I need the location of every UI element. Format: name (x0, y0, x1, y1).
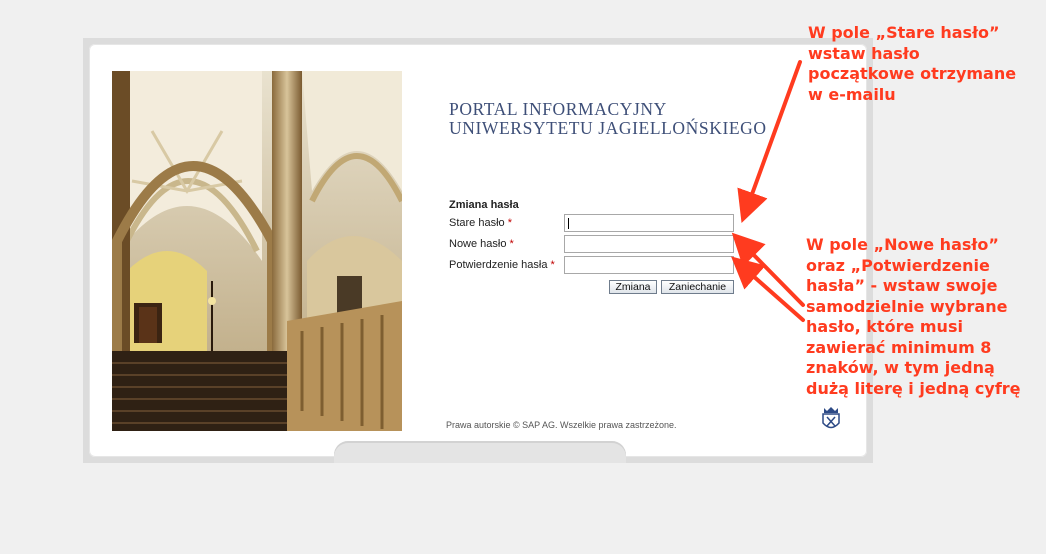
arrow-to-old-password (737, 60, 802, 224)
annotation-arrows (731, 60, 805, 322)
